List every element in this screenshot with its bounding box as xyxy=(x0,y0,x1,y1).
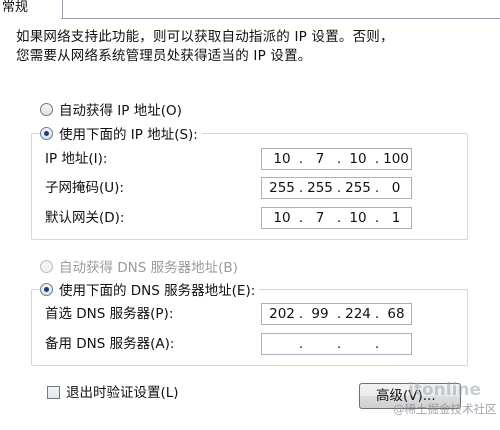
watermark-logo: itonline xyxy=(408,380,482,400)
dns-auto-label: 自动获得 DNS 服务器地址(B) xyxy=(59,260,238,276)
description: 如果网络支持此功能，则可以获取自动指派的 IP 设置。否则， 您需要从网络系统管… xyxy=(16,28,486,66)
subnet-mask-label: 子网掩码(U): xyxy=(45,180,124,196)
subnet-mask-octet-4[interactable]: 0 xyxy=(380,180,412,197)
default-gateway-octet-4[interactable]: 1 xyxy=(380,210,412,227)
ip-manual-radio[interactable] xyxy=(40,126,53,140)
dns-manual-radio[interactable] xyxy=(40,282,53,296)
watermark-credit: @稀土掘金技术社区 xyxy=(393,402,497,416)
default-gateway-octet-3[interactable]: 10 xyxy=(342,210,374,227)
preferred-dns-octet-1[interactable]: 202 xyxy=(266,306,298,323)
description-line-1: 如果网络支持此功能，则可以获取自动指派的 IP 设置。否则， xyxy=(16,29,394,45)
subnet-mask-octet-1[interactable]: 255 xyxy=(266,180,298,197)
preferred-dns-input[interactable]: 202 . 99 . 224 . 68 xyxy=(261,303,412,325)
octet-separator: . xyxy=(298,336,304,352)
preferred-dns-octet-2[interactable]: 99 xyxy=(304,306,336,323)
tab-divider xyxy=(61,18,500,19)
ip-manual-option[interactable]: 使用下面的 IP 地址(S): xyxy=(40,123,202,143)
alternate-dns-label: 备用 DNS 服务器(A): xyxy=(45,336,175,352)
ip-auto-radio[interactable] xyxy=(40,102,53,116)
ip-address-octet-4[interactable]: 100 xyxy=(380,151,412,168)
ip-address-octet-3[interactable]: 10 xyxy=(342,151,374,168)
ip-auto-option[interactable]: 自动获得 IP 地址(O) xyxy=(40,99,182,119)
dns-auto-option[interactable]: 自动获得 DNS 服务器地址(B) xyxy=(40,256,238,276)
default-gateway-octet-2[interactable]: 7 xyxy=(304,210,336,227)
alternate-dns-input[interactable]: . . . xyxy=(261,333,412,355)
description-line-2: 您需要从网络系统管理员处获得适当的 IP 设置。 xyxy=(16,48,312,64)
dns-manual-label: 使用下面的 DNS 服务器地址(E): xyxy=(59,283,256,299)
subnet-mask-input[interactable]: 255 . 255 . 255 . 0 xyxy=(261,177,412,199)
default-gateway-input[interactable]: 10 . 7 . 10 . 1 xyxy=(261,207,412,229)
validate-on-exit-checkbox[interactable] xyxy=(47,386,60,399)
tab-general[interactable]: 常规 xyxy=(0,0,63,18)
subnet-mask-octet-2[interactable]: 255 xyxy=(304,180,336,197)
preferred-dns-octet-3[interactable]: 224 xyxy=(342,306,374,323)
octet-separator: . xyxy=(374,336,380,352)
dns-manual-option[interactable]: 使用下面的 DNS 服务器地址(E): xyxy=(40,279,260,299)
validate-on-exit-label[interactable]: 退出时验证设置(L) xyxy=(66,383,179,403)
ip-manual-label: 使用下面的 IP 地址(S): xyxy=(59,127,198,143)
ip-address-octet-1[interactable]: 10 xyxy=(266,151,298,168)
preferred-dns-label: 首选 DNS 服务器(P): xyxy=(45,306,174,322)
ip-auto-label: 自动获得 IP 地址(O) xyxy=(59,103,182,119)
subnet-mask-octet-3[interactable]: 255 xyxy=(342,180,374,197)
ip-address-input[interactable]: 10 . 7 . 10 . 100 xyxy=(261,148,412,170)
default-gateway-octet-1[interactable]: 10 xyxy=(266,210,298,227)
dns-auto-radio[interactable] xyxy=(40,259,53,273)
default-gateway-label: 默认网关(D): xyxy=(45,210,125,226)
octet-separator: . xyxy=(336,336,342,352)
ip-address-label: IP 地址(I): xyxy=(45,151,108,167)
ip-address-octet-2[interactable]: 7 xyxy=(304,151,336,168)
preferred-dns-octet-4[interactable]: 68 xyxy=(380,306,412,323)
